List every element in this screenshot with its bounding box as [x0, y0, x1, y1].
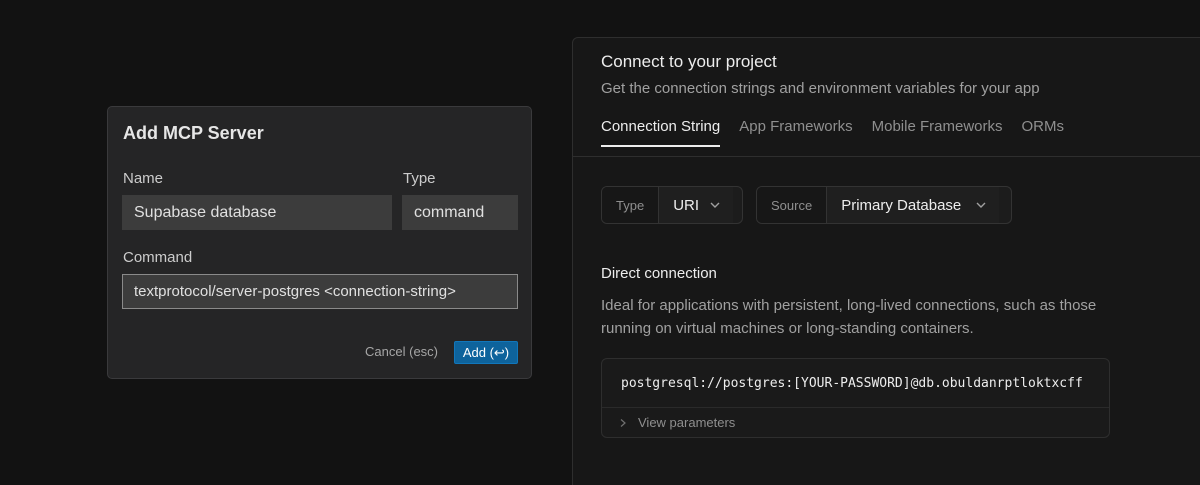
connection-string-box: postgresql://postgres:[YOUR-PASSWORD]@db…	[601, 358, 1110, 438]
tab-connection-string[interactable]: Connection String	[601, 118, 721, 147]
add-button[interactable]: Add (↩)	[454, 341, 518, 364]
chevron-down-icon	[710, 202, 720, 208]
type-selector[interactable]: Type URI	[601, 186, 743, 224]
dialog-title: Add MCP Server	[123, 123, 264, 143]
type-input[interactable]: command	[402, 195, 518, 230]
tabs-divider	[573, 156, 1200, 157]
connection-box-divider	[602, 407, 1109, 408]
type-selector-text: URI	[673, 196, 700, 214]
view-parameters-toggle[interactable]: View parameters	[618, 415, 735, 430]
tab-mobile-frameworks[interactable]: Mobile Frameworks	[872, 118, 1003, 147]
type-selector-value[interactable]: URI	[659, 187, 734, 223]
command-input[interactable]: textprotocol/server-postgres <connection…	[122, 274, 518, 309]
source-selector-text: Primary Database	[841, 196, 962, 214]
panel-subtitle: Get the connection strings and environme…	[601, 80, 1040, 97]
type-selector-label: Type	[602, 187, 660, 223]
view-parameters-label: View parameters	[638, 415, 736, 430]
type-label: Type	[403, 170, 436, 187]
chevron-right-icon	[620, 418, 626, 427]
panel-title: Connect to your project	[601, 52, 777, 71]
name-input[interactable]: Supabase database	[122, 195, 392, 230]
connection-string[interactable]: postgresql://postgres:[YOUR-PASSWORD]@db…	[621, 376, 1083, 391]
source-selector-label: Source	[757, 187, 828, 223]
direct-connection-description: Ideal for applications with persistent, …	[601, 297, 1097, 337]
direct-connection-title: Direct connection	[601, 265, 717, 282]
command-label: Command	[123, 249, 193, 266]
tab-app-frameworks[interactable]: App Frameworks	[739, 118, 852, 147]
tab-orms[interactable]: ORMs	[1022, 118, 1065, 147]
connect-project-panel: Connect to your project Get the connecti…	[572, 37, 1200, 485]
source-selector-value[interactable]: Primary Database	[827, 187, 1000, 223]
cancel-button[interactable]: Cancel (esc)	[365, 344, 438, 359]
tab-bar: Connection String App Frameworks Mobile …	[601, 118, 1064, 147]
chevron-down-icon	[976, 202, 986, 208]
add-mcp-server-dialog: Add MCP Server Name Supabase database Ty…	[107, 106, 532, 379]
source-selector[interactable]: Source Primary Database	[756, 186, 1012, 224]
name-label: Name	[123, 170, 164, 187]
